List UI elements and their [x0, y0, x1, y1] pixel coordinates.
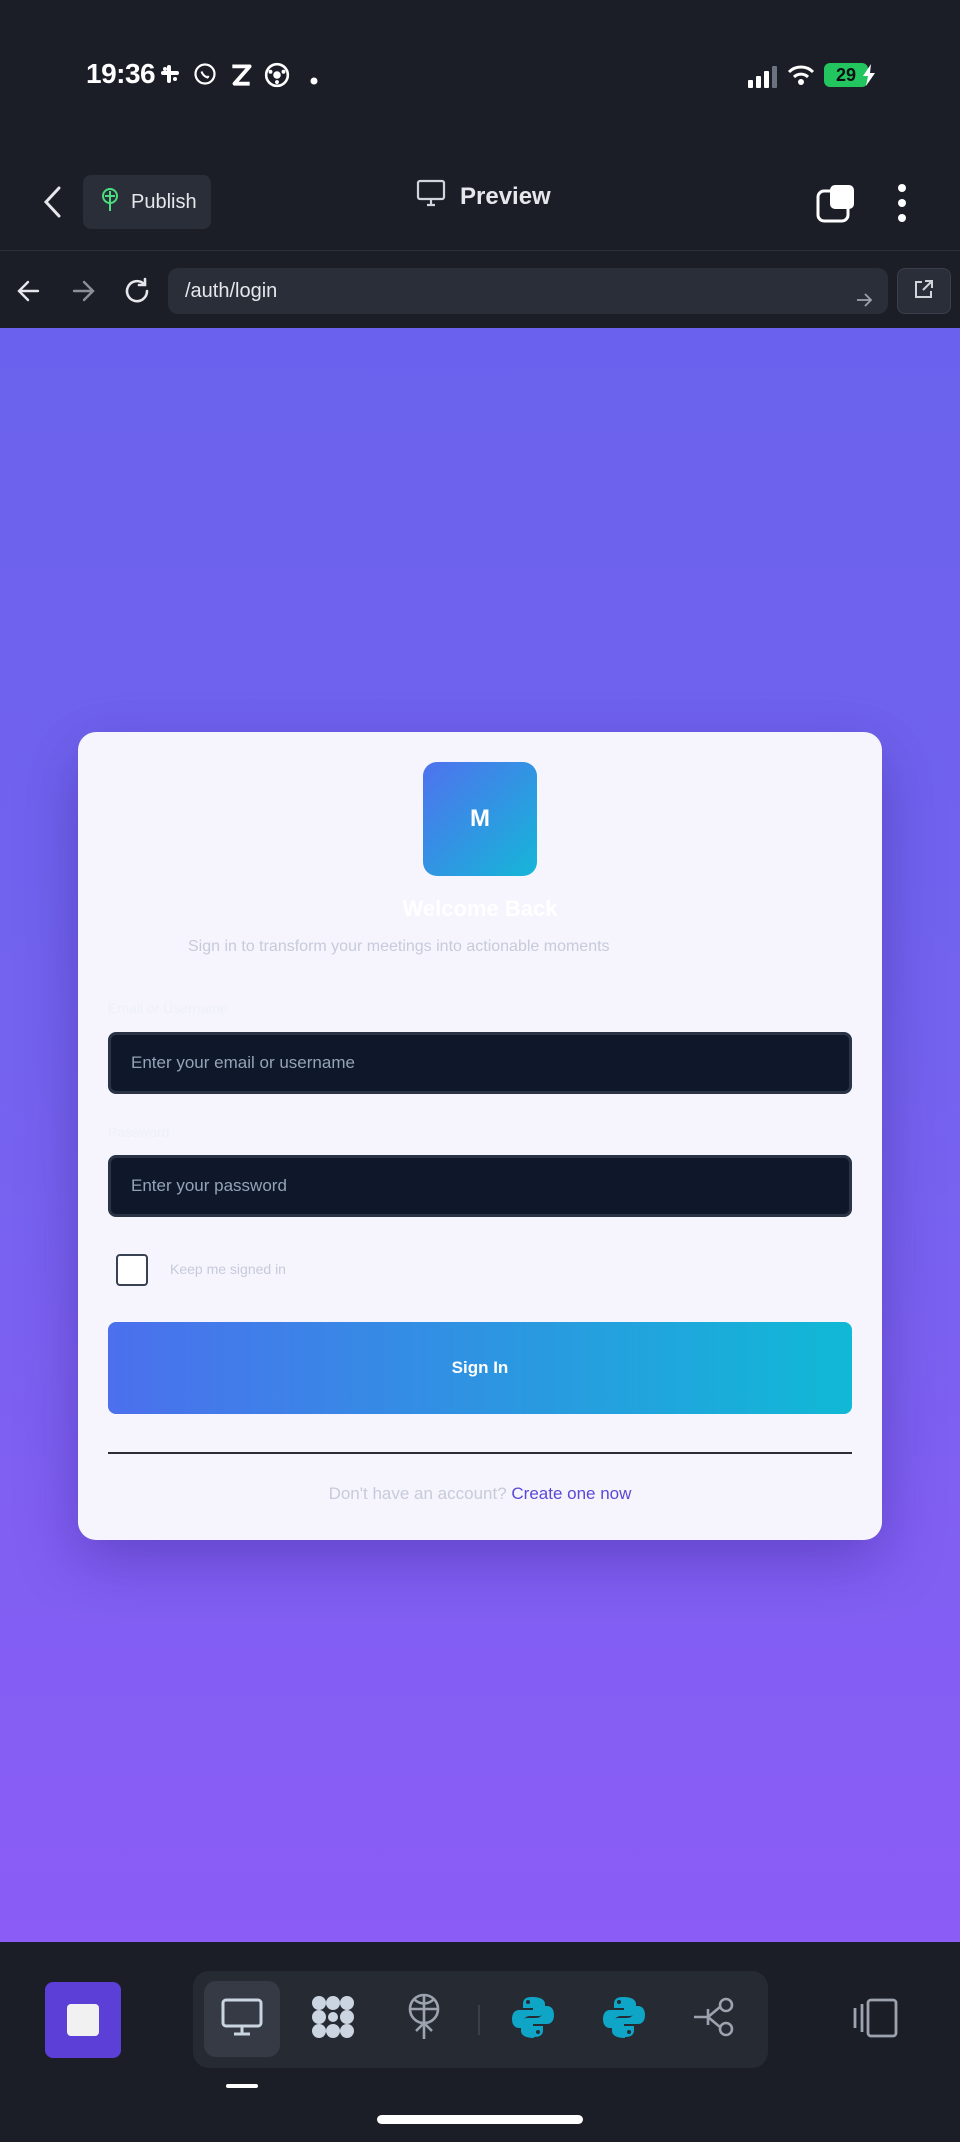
app-logo: M [423, 762, 537, 876]
email-label: Email or Username [108, 1000, 228, 1016]
publish-icon [99, 187, 121, 217]
app-bar: Publish Preview [0, 155, 960, 251]
sign-in-button[interactable]: Sign In [108, 1322, 852, 1414]
deploy-icon [402, 1993, 446, 2046]
bottom-toolbar [0, 1942, 960, 2142]
status-bar: 19:36 29 [0, 0, 960, 155]
external-link-icon [913, 278, 935, 305]
login-card: M Welcome Back Sign in to transform your… [78, 732, 882, 1540]
soccer-icon [264, 62, 290, 93]
create-account-link[interactable]: Create one now [511, 1484, 631, 1503]
tabs-icon[interactable] [816, 183, 856, 228]
network-icon [309, 1993, 357, 2046]
home-indicator [377, 2115, 583, 2124]
password-label: Password [108, 1124, 170, 1140]
tool-group [193, 1971, 768, 2068]
dot-icon [310, 72, 318, 90]
go-arrow-icon[interactable] [854, 281, 874, 327]
toolbar-separator [478, 2005, 480, 2035]
publish-button[interactable]: Publish [83, 175, 211, 229]
tool-python-2[interactable] [586, 1981, 662, 2057]
url-input[interactable]: /auth/login [168, 268, 888, 314]
keep-signed-in-label: Keep me signed in [170, 1261, 286, 1277]
preview-title: Preview [416, 179, 551, 214]
share-icon [692, 1995, 738, 2044]
tool-desktop[interactable] [204, 1981, 280, 2057]
email-field[interactable]: Enter your email or username [108, 1032, 852, 1094]
browser-bar: /auth/login [0, 252, 960, 328]
login-subtitle: Sign in to transform your meetings into … [188, 938, 610, 955]
charging-icon [862, 64, 876, 91]
welcome-heading: Welcome Back [402, 896, 558, 921]
tool-deploy[interactable] [386, 1981, 462, 2057]
signup-prompt: Don't have an account? Create one now [78, 1484, 882, 1504]
reload-icon[interactable] [122, 276, 152, 311]
python-icon [511, 1995, 555, 2044]
whatsapp-icon [193, 62, 217, 91]
divider [108, 1452, 852, 1454]
tool-network[interactable] [295, 1981, 371, 2057]
active-tool-indicator [226, 2084, 258, 2088]
wifi-icon [787, 64, 815, 91]
no-account-text: Don't have an account? [328, 1484, 507, 1503]
password-field[interactable]: Enter your password [108, 1155, 852, 1217]
browser-forward-icon[interactable] [70, 278, 96, 309]
publish-label: Publish [131, 190, 197, 213]
open-external-button[interactable] [897, 268, 951, 314]
stop-icon [67, 2004, 99, 2036]
preview-viewport: M Welcome Back Sign in to transform your… [0, 328, 960, 1942]
status-time: 19:36 [86, 58, 156, 89]
more-options-icon[interactable] [896, 183, 908, 228]
browser-back-icon[interactable] [16, 278, 42, 309]
back-icon[interactable] [42, 185, 66, 224]
z-app-icon [228, 62, 254, 93]
python-icon [602, 1995, 646, 2044]
signal-icon [748, 66, 778, 93]
url-text: /auth/login [185, 280, 278, 302]
panel-toggle-icon[interactable] [852, 1998, 898, 2043]
tool-share[interactable] [677, 1981, 753, 2057]
slack-icon [158, 62, 182, 91]
monitor-icon [416, 179, 446, 214]
tool-python-1[interactable] [495, 1981, 571, 2057]
stop-button[interactable] [45, 1982, 121, 2058]
desktop-icon [220, 1997, 264, 2042]
keep-signed-in-checkbox[interactable] [116, 1254, 148, 1286]
preview-title-label: Preview [460, 182, 551, 210]
